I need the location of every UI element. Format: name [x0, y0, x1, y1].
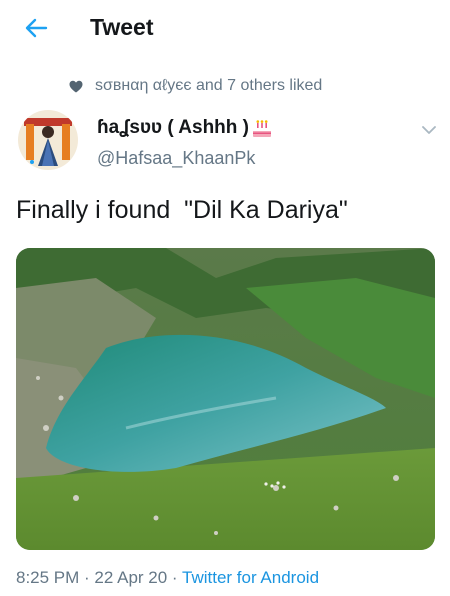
heart-icon — [69, 80, 83, 92]
meta-separator: · — [79, 568, 95, 587]
tweet-date: 22 Apr 20 — [94, 568, 168, 587]
tweet-time: 8:25 PM — [16, 568, 80, 587]
page-title: Tweet — [90, 14, 154, 40]
top-bar: Tweet — [0, 0, 450, 56]
meta-separator: · — [167, 568, 183, 587]
author-name-text: ɦaʆsʋʋ ( Ashhh ) — [97, 117, 249, 138]
tweet-meta: 8:25 PM · 22 Apr 20 · Twitter for Androi… — [16, 568, 319, 588]
author-display-name[interactable]: ɦaʆsʋʋ ( Ashhh ) — [97, 117, 273, 139]
birthday-cake-icon — [253, 120, 271, 137]
tweet-source-link[interactable]: Twitter for Android — [182, 568, 319, 587]
social-context[interactable]: sσвнαη αℓуєє and 7 others liked — [69, 76, 322, 96]
author-handle[interactable]: @Hafsaa_KhaanPk — [97, 148, 255, 169]
avatar[interactable] — [18, 110, 78, 170]
chevron-down-icon[interactable] — [419, 120, 439, 140]
tweet-photo[interactable] — [16, 248, 435, 550]
social-context-text: sσвнαη αℓуєє and 7 others liked — [95, 77, 323, 94]
arrow-left-icon[interactable] — [22, 14, 50, 42]
tweet-text: Finally i found "Dil Ka Dariya" — [16, 196, 348, 224]
